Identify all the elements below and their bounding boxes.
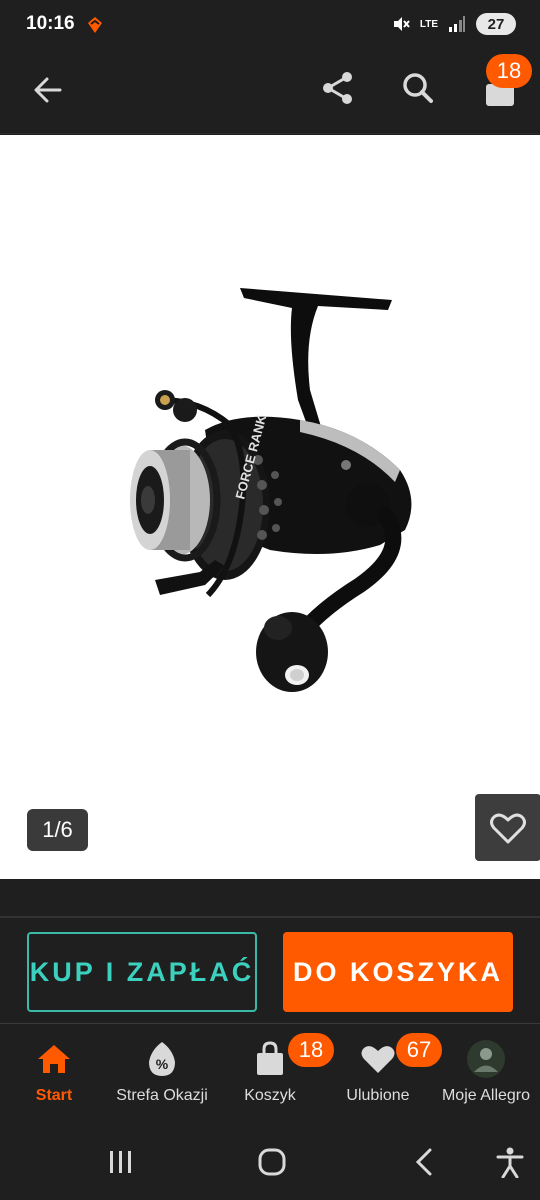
back-system-button[interactable]: [404, 1145, 444, 1179]
battery-indicator: 27: [476, 13, 516, 35]
allegro-notification-icon: [88, 17, 102, 33]
nav-item-deals[interactable]: % Strefa Okazji: [108, 1025, 216, 1125]
purchase-actions: KUP I ZAPŁAĆ DO KOSZYKA: [0, 918, 540, 1024]
chevron-left-icon: [415, 1148, 432, 1176]
heart-icon: [361, 1046, 395, 1073]
add-to-cart-button[interactable]: DO KOSZYKA: [283, 932, 513, 1012]
shopping-bag-icon: [257, 1041, 283, 1075]
system-navigation-bar: [0, 1125, 540, 1200]
signal-icon: [449, 16, 465, 32]
share-button[interactable]: [318, 68, 358, 108]
status-indicators: LTE 27: [392, 13, 516, 35]
bottom-navigation: Start % Strefa Okazji Koszyk 18 Ulubione…: [0, 1025, 540, 1125]
image-counter: 1/6: [27, 809, 88, 851]
back-button[interactable]: [28, 70, 68, 110]
nav-item-my-allegro[interactable]: Moje Allegro: [432, 1025, 540, 1125]
accessibility-button[interactable]: [490, 1145, 530, 1179]
recent-apps-icon: [110, 1151, 131, 1173]
product-gallery[interactable]: FORCE RANK 1/6: [0, 135, 540, 879]
search-button[interactable]: [398, 68, 438, 108]
home-circle-icon: [258, 1148, 286, 1176]
back-arrow-icon: [34, 77, 62, 103]
status-bar: 10:16 LTE 27: [0, 0, 540, 48]
accessibility-icon: [496, 1147, 524, 1178]
cart-count-badge[interactable]: 18: [486, 54, 532, 88]
network-type: LTE: [419, 18, 438, 30]
heart-outline-icon: [490, 813, 526, 843]
nav-item-start[interactable]: Start: [0, 1025, 108, 1125]
status-time: 10:16: [26, 13, 75, 34]
product-image[interactable]: FORCE RANK: [0, 260, 540, 710]
deals-percent-icon: %: [149, 1042, 175, 1076]
buy-now-button[interactable]: KUP I ZAPŁAĆ: [27, 932, 257, 1012]
add-to-favorites-button[interactable]: [475, 794, 540, 861]
nav-label-my-allegro: Moje Allegro: [441, 1087, 531, 1104]
search-icon: [403, 73, 433, 103]
app-bar: 18: [0, 48, 540, 134]
home-icon: [38, 1045, 70, 1073]
recent-apps-button[interactable]: [101, 1145, 141, 1179]
mute-icon: [393, 17, 410, 31]
svg-text:%: %: [156, 1056, 169, 1072]
avatar-icon: [467, 1040, 505, 1078]
share-icon: [323, 72, 352, 104]
home-system-button[interactable]: [252, 1145, 292, 1179]
